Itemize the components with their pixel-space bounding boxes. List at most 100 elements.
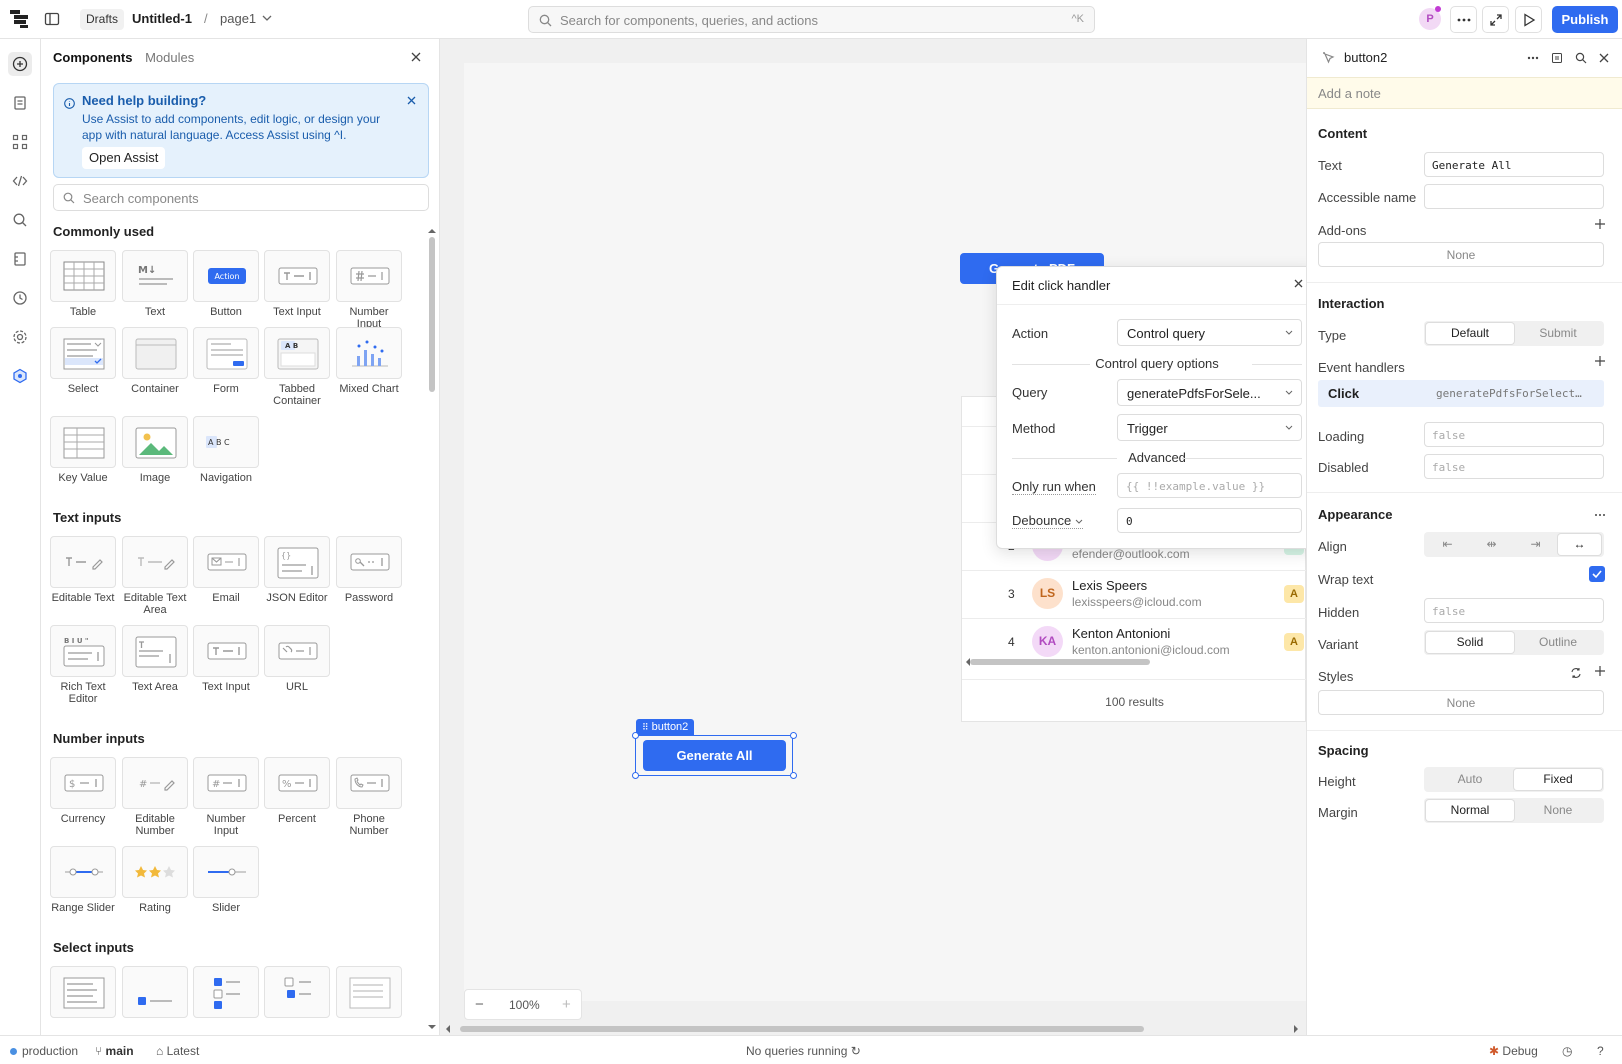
component-name[interactable]: button2 [1344, 50, 1387, 65]
component-search-input[interactable]: Search components [53, 184, 429, 211]
styles-list[interactable]: None [1318, 690, 1604, 715]
align-left-icon[interactable]: ⇤ [1426, 534, 1469, 555]
zoom-out-button[interactable]: − [475, 996, 484, 1013]
layout-toggle-icon[interactable] [44, 11, 60, 27]
component-number-input-2[interactable]: # Number Input [193, 757, 259, 837]
component-container[interactable]: Container [122, 327, 188, 395]
component-navigation[interactable]: A B C Navigation [193, 416, 259, 484]
page-selector[interactable]: page1 [220, 11, 256, 26]
type-default[interactable]: Default [1426, 323, 1514, 344]
wrap-text-checkbox[interactable] [1589, 566, 1605, 582]
app-title[interactable]: Untitled-1 [132, 11, 192, 26]
add-icon[interactable] [1594, 665, 1606, 677]
preview-button[interactable] [1515, 6, 1542, 33]
section-interaction[interactable]: Interaction [1318, 296, 1384, 311]
resize-handle[interactable] [632, 732, 639, 739]
resize-handle[interactable] [632, 772, 639, 779]
component-key-value[interactable]: Key Value [50, 416, 116, 484]
zoom-in-button[interactable]: + [562, 996, 571, 1013]
variant-toggle[interactable]: Solid Outline [1424, 630, 1604, 655]
variant-outline[interactable]: Outline [1514, 632, 1602, 653]
component-percent[interactable]: % Percent [264, 757, 330, 825]
add-icon[interactable] [1594, 218, 1606, 230]
type-toggle[interactable]: Default Submit [1424, 321, 1604, 346]
branch-selector[interactable]: ⑂ main [95, 1044, 134, 1058]
component-radio-group[interactable] [336, 966, 402, 1018]
component-phone-number[interactable]: Phone Number [336, 757, 402, 837]
global-search-input[interactable]: Search for components, queries, and acti… [528, 6, 1095, 33]
align-toggle[interactable]: ⇤ ⇹ ⇥ ↔ [1424, 532, 1604, 557]
component-url[interactable]: URL [264, 625, 330, 693]
component-currency[interactable]: $ Currency [50, 757, 116, 825]
publish-button[interactable]: Publish [1552, 6, 1618, 33]
disabled-field[interactable]: false [1424, 454, 1604, 479]
code-icon[interactable] [8, 169, 32, 193]
query-select[interactable]: generatePdfsForSele... [1117, 379, 1302, 406]
note-field[interactable]: Add a note [1307, 77, 1622, 109]
event-handler-row[interactable]: Click generatePdfsForSelect… [1318, 380, 1604, 407]
search-icon[interactable] [8, 208, 32, 232]
component-rich-text-editor[interactable]: B I U " Rich Text Editor [50, 625, 116, 705]
generate-all-button[interactable]: Generate All [643, 740, 786, 771]
history-icon[interactable] [8, 286, 32, 310]
text-field[interactable]: Generate All [1424, 152, 1604, 177]
height-fixed[interactable]: Fixed [1514, 769, 1602, 790]
component-json-editor[interactable]: {} JSON Editor [264, 536, 330, 604]
align-stretch-icon[interactable]: ↔ [1558, 534, 1601, 555]
component-tabbed-container[interactable]: A B Tabbed Container [264, 327, 330, 407]
scrollbar-thumb[interactable] [460, 1026, 1144, 1032]
action-select[interactable]: Control query [1117, 319, 1302, 346]
section-content[interactable]: Content [1318, 126, 1367, 141]
debug-button[interactable]: ✱ Debug [1489, 1044, 1538, 1058]
component-image[interactable]: Image [122, 416, 188, 484]
component-email[interactable]: Email [193, 536, 259, 604]
component-form[interactable]: Form [193, 327, 259, 395]
tab-modules[interactable]: Modules [145, 50, 194, 65]
add-icon[interactable] [1594, 355, 1606, 367]
environment-selector[interactable]: production [10, 1044, 78, 1058]
margin-toggle[interactable]: Normal None [1424, 798, 1604, 823]
height-auto[interactable]: Auto [1426, 769, 1514, 790]
close-icon[interactable] [407, 96, 416, 105]
help-icon[interactable]: ? [1597, 1044, 1604, 1058]
component-multiselect-listbox[interactable] [264, 966, 330, 1018]
component-text-area[interactable]: Text Area [122, 625, 188, 693]
height-toggle[interactable]: Auto Fixed [1424, 767, 1604, 792]
component-text-input-2[interactable]: Text Input [193, 625, 259, 693]
variant-solid[interactable]: Solid [1426, 632, 1514, 653]
accessible-name-field[interactable] [1424, 184, 1604, 209]
table-scrollbar[interactable] [970, 659, 1150, 665]
component-table[interactable]: Table [50, 250, 116, 318]
component-button[interactable]: Action Button [193, 250, 259, 318]
addons-list[interactable]: None [1318, 242, 1604, 267]
component-select[interactable]: Select [50, 327, 116, 395]
table-row[interactable]: 4 KA Kenton Antonioni kenton.antonioni@i… [962, 619, 1307, 659]
version-selector[interactable]: ⌂ Latest [156, 1044, 199, 1058]
section-spacing[interactable]: Spacing [1318, 743, 1369, 758]
component-number-input[interactable]: Number Input [336, 250, 402, 330]
align-center-icon[interactable]: ⇹ [1470, 534, 1513, 555]
method-select[interactable]: Trigger [1117, 414, 1302, 441]
retool-logo-icon[interactable] [10, 10, 30, 28]
close-icon[interactable] [411, 52, 421, 62]
component-mixed-chart[interactable]: Mixed Chart [336, 327, 402, 395]
close-icon[interactable] [1294, 279, 1303, 288]
chevron-down-icon[interactable] [262, 14, 272, 22]
tab-components[interactable]: Components [53, 50, 132, 65]
margin-none[interactable]: None [1514, 800, 1602, 821]
component-editable-number[interactable]: # Editable Number [122, 757, 188, 837]
settings-icon[interactable] [8, 325, 32, 349]
loading-field[interactable]: false [1424, 422, 1604, 447]
component-text[interactable]: M↓ Text [122, 250, 188, 318]
zoom-level[interactable]: 100% [509, 998, 540, 1012]
component-range-slider[interactable]: Range Slider [50, 846, 116, 914]
table-row[interactable]: 3 LS Lexis Speers lexisspeers@icloud.com… [962, 571, 1307, 619]
debounce-label[interactable]: Debounce [1012, 513, 1083, 529]
component-rating[interactable]: Rating [122, 846, 188, 914]
component-editable-text-area[interactable]: Editable Text Area [122, 536, 188, 616]
component-slider[interactable]: Slider [193, 846, 259, 914]
pages-icon[interactable] [8, 91, 32, 115]
selected-component-label[interactable]: ⠿ button2 [636, 719, 695, 735]
more-button[interactable] [1450, 6, 1477, 33]
resize-handle[interactable] [790, 732, 797, 739]
